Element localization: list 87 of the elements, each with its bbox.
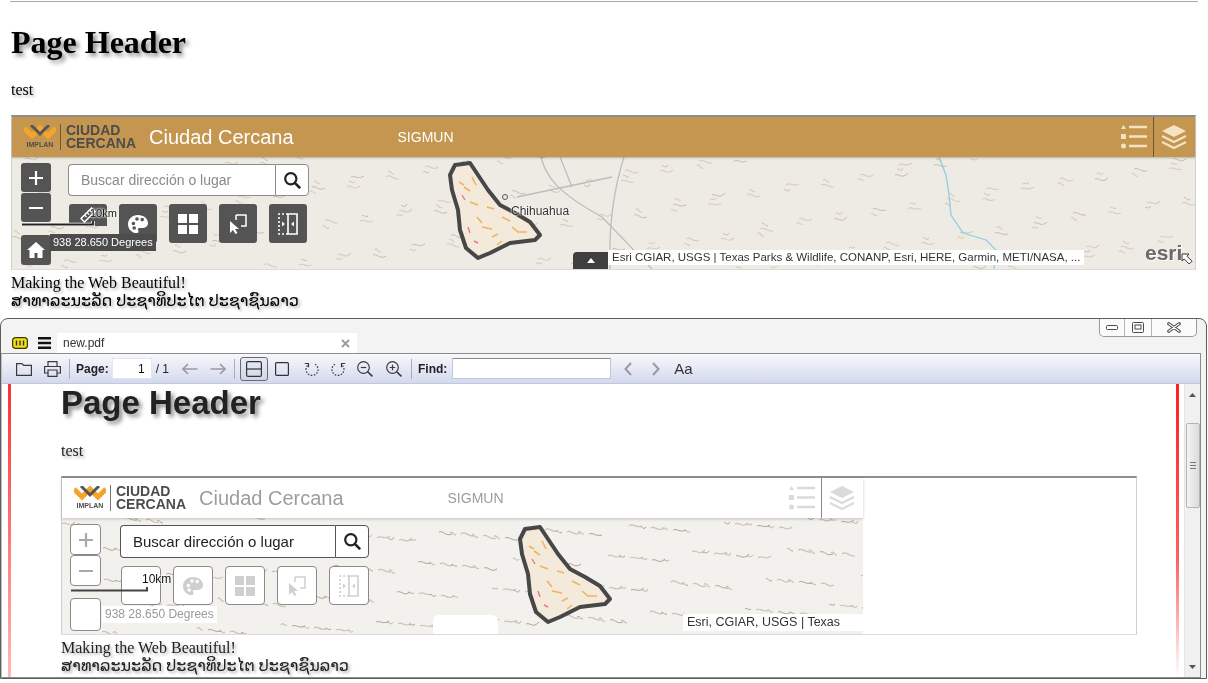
arrow-down-icon[interactable] [1189,665,1196,669]
rotate-left-icon[interactable] [304,360,320,377]
close-icon[interactable] [341,338,350,348]
search-field[interactable]: Buscar dirección o lugar [68,164,275,196]
scale-label: 10km [142,572,172,586]
app-title: Ciudad Cercana [149,125,294,149]
menu-icon[interactable] [38,337,51,349]
search-button[interactable] [275,164,309,196]
body-text: ສາທາລະນະລັດ ປະຊາທິປະໄຕ ປະຊາຊົນລາວ [11,292,299,310]
zoom-out-button[interactable] [70,555,101,586]
swipe-button[interactable] [269,204,307,243]
zoom-out-button[interactable] [21,193,51,222]
zoom-in-button[interactable] [70,524,101,555]
attribution-text: Esri, CGIAR, USGS | Texas [683,614,863,631]
diagonal-arrow-icon [1181,253,1193,266]
split-panel-icon [278,212,298,235]
place-label: Chihuahua [511,204,570,218]
page-field[interactable]: 1 [111,358,152,379]
page-label: Page: [76,361,109,376]
printer-icon[interactable] [44,360,61,377]
scroll-thumb[interactable] [1185,423,1200,508]
logo-text: esri [1145,241,1183,265]
zoom-in-button[interactable] [21,163,51,192]
match-case-button[interactable]: Aa [674,360,693,377]
app-subtitle: SIGMUN [447,490,504,506]
app-badge-icon [12,337,28,349]
body-text: ສາທາລະນະລັດ ປະຊາທິປະໄຕ ປະຊາຊົນລາວ [61,657,349,675]
home-button[interactable] [21,235,51,265]
grid-button[interactable] [225,566,265,605]
minus-icon [29,206,43,209]
zoom-in-icon[interactable] [386,360,403,377]
grid-icon [178,213,198,234]
palette-icon [127,213,149,234]
split-square-icon [246,360,263,377]
attribution-text: Esri CGIAR, USGS | Texas Parks & Wildlife, CONANP, Esri, HERE, Garmin, METI/NASA, ... [608,250,1085,265]
search-field[interactable]: Buscar dirección o lugar [120,525,335,558]
logo-text: CERCANA [116,498,186,511]
minimize-icon [1106,325,1118,330]
house-icon [27,242,45,258]
caret-up-icon [586,258,595,263]
folder-icon[interactable] [16,361,32,376]
body-text: Making the Web Beautiful! [61,639,236,657]
coordinates-readout: 938 28.650 Degrees [50,234,156,251]
zoom-out-icon[interactable] [357,360,374,377]
document-tab[interactable]: new.pdf [57,333,357,353]
grid-icon [235,575,255,596]
grip-icon [1189,462,1196,469]
split-panel-icon [339,574,359,597]
search-icon [343,533,361,550]
chevron-icon [24,125,56,140]
app-title: Ciudad Cercana [199,486,344,510]
logo-text: CERCANA [66,137,136,150]
plus-icon [78,532,93,547]
paragraph-text: test [11,81,34,99]
coordinates-readout: 938 28.650 Degrees [102,606,217,623]
home-button[interactable] [70,598,101,631]
plus-icon [29,170,43,185]
cursor-icon [229,213,247,234]
scrollbar[interactable] [1184,384,1200,677]
logo-text: CIUDAD [116,485,172,498]
attribution-toggle[interactable] [433,615,498,634]
logo-text: CIUDAD [66,124,122,137]
find-label: Find: [418,361,448,376]
find-field[interactable] [452,358,612,379]
rotate-right-icon[interactable] [331,360,347,377]
page-total: / 1 [155,361,170,376]
page-heading: Page Header [61,384,261,422]
search-button[interactable] [335,525,369,558]
search-icon [283,171,301,189]
app-subtitle: SIGMUN [397,129,454,145]
swipe-button[interactable] [329,566,369,605]
body-text: Making the Web Beautiful! [11,274,186,292]
select-button[interactable] [219,204,257,243]
page-heading: Page Header [11,24,187,61]
minus-icon [78,569,93,572]
chevron-icon [74,486,106,501]
cursor-icon [288,575,306,596]
attribution-toggle[interactable] [573,252,608,269]
grid-button[interactable] [169,204,207,243]
arrow-up-icon[interactable] [1189,393,1196,397]
fit-width-button[interactable] [240,356,269,381]
palette-icon [182,575,204,596]
maximize-icon [1132,322,1144,333]
square-icon [275,361,290,376]
close-icon [1167,322,1181,333]
select-button[interactable] [277,566,317,605]
paragraph-text: test [61,442,84,460]
